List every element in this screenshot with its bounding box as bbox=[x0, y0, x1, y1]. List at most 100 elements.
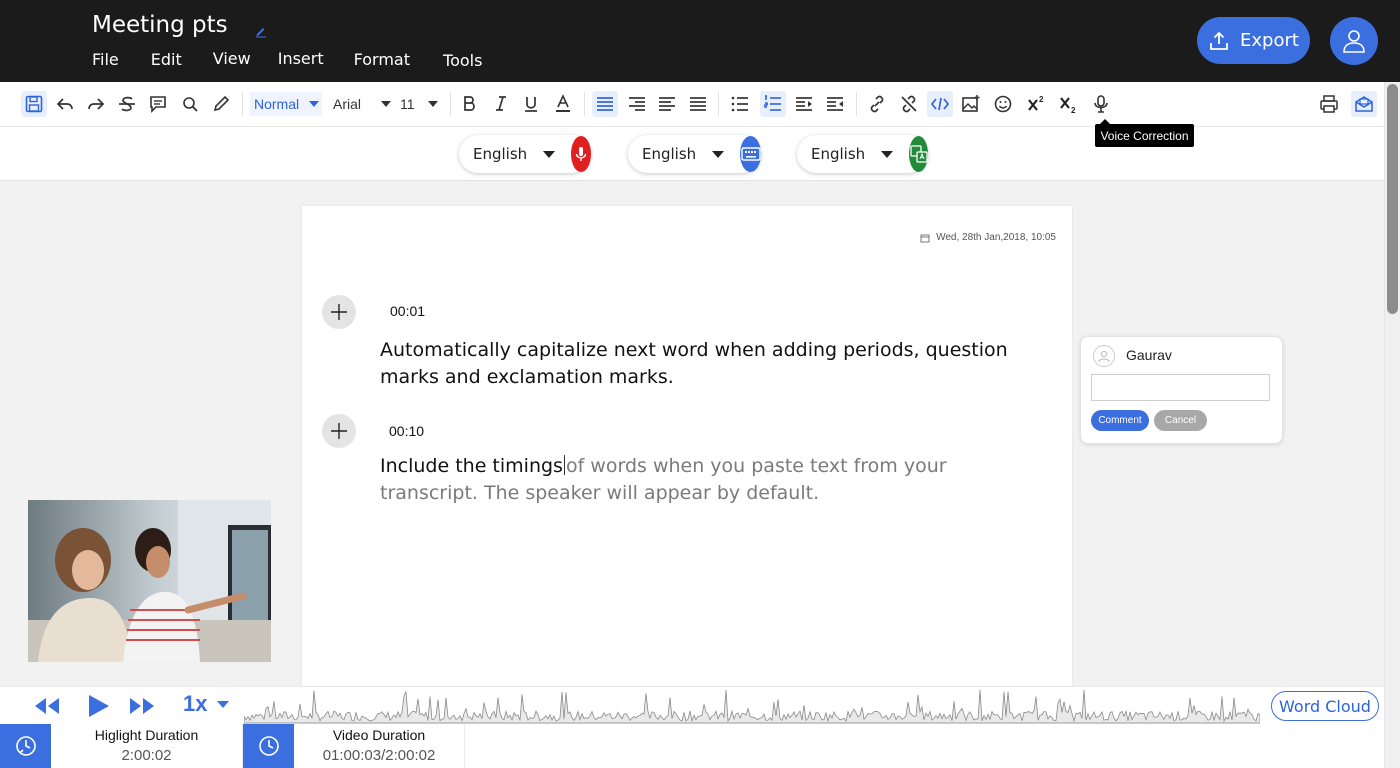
audio-waveform[interactable] bbox=[244, 687, 1260, 725]
user-avatar-button[interactable] bbox=[1330, 17, 1378, 65]
superscript-icon[interactable]: 2 bbox=[1023, 91, 1049, 117]
transcript-paragraph[interactable]: Automatically capitalize next word when … bbox=[380, 337, 1020, 391]
video-preview[interactable] bbox=[28, 500, 271, 662]
calendar-icon bbox=[920, 234, 930, 242]
edit-title-icon[interactable] bbox=[254, 24, 268, 38]
keyboard-language-select[interactable]: English bbox=[628, 135, 761, 173]
add-block-button[interactable] bbox=[322, 414, 356, 448]
typed-text: Include the timings bbox=[380, 455, 563, 477]
save-icon[interactable] bbox=[21, 91, 47, 117]
block-timestamp[interactable]: 00:01 bbox=[390, 303, 425, 319]
italic-icon[interactable] bbox=[488, 91, 514, 117]
strikethrough-icon[interactable] bbox=[114, 91, 140, 117]
voice-correction-tooltip: Voice Correction bbox=[1095, 119, 1194, 147]
translate-icon[interactable] bbox=[909, 136, 928, 172]
word-cloud-button[interactable]: Word Cloud bbox=[1271, 691, 1379, 721]
video-frame-image bbox=[28, 500, 271, 662]
video-duration: Video Duration 01:00:03/2:00:02 bbox=[294, 724, 465, 768]
font-select[interactable]: Arial bbox=[333, 92, 392, 116]
outdent-icon[interactable] bbox=[822, 91, 848, 117]
comment-input[interactable] bbox=[1091, 374, 1270, 401]
playback-speed-select[interactable]: 1x bbox=[183, 691, 230, 717]
user-icon bbox=[1343, 30, 1365, 53]
duration-footer: Higlight Duration 2:00:02 Video Duration… bbox=[0, 724, 1384, 768]
align-right-icon[interactable] bbox=[624, 91, 650, 117]
paragraph-style-select[interactable]: Normal bbox=[250, 92, 322, 116]
formatting-toolbar: Normal Arial 11 2 2 bbox=[0, 82, 1384, 127]
plus-icon bbox=[331, 423, 347, 439]
translation-language-select[interactable]: English bbox=[797, 135, 928, 173]
link-icon[interactable] bbox=[864, 91, 890, 117]
document-title[interactable]: Meeting pts bbox=[92, 12, 228, 38]
language-label: English bbox=[642, 145, 697, 163]
chevron-down-icon bbox=[881, 150, 894, 158]
add-block-button[interactable] bbox=[322, 295, 356, 329]
highlight-duration-value: 2:00:02 bbox=[121, 747, 172, 764]
microphone-icon[interactable] bbox=[1088, 91, 1114, 117]
speech-language-select[interactable]: English bbox=[459, 135, 591, 173]
rewind-icon[interactable] bbox=[34, 697, 60, 715]
plus-icon bbox=[331, 304, 347, 320]
font-size-value: 11 bbox=[400, 96, 415, 112]
transcript-paragraph[interactable]: Include the timings of words when you pas… bbox=[380, 453, 1000, 507]
paragraph-style-value: Normal bbox=[254, 96, 300, 112]
bold-icon[interactable] bbox=[456, 91, 482, 117]
menu-file[interactable]: File bbox=[92, 50, 119, 69]
comment-icon[interactable] bbox=[145, 91, 171, 117]
code-icon[interactable] bbox=[927, 91, 953, 117]
cancel-button[interactable]: Cancel bbox=[1154, 410, 1207, 431]
document-page[interactable]: Wed, 28th Jan,2018, 10:05 00:01 Automati… bbox=[302, 206, 1072, 686]
microphone-icon[interactable] bbox=[571, 136, 591, 172]
export-button[interactable]: Export bbox=[1197, 17, 1310, 64]
speed-value: 1x bbox=[183, 691, 208, 716]
menu-view[interactable]: View bbox=[213, 49, 251, 68]
unlink-icon[interactable] bbox=[896, 91, 922, 117]
text-color-icon[interactable] bbox=[550, 91, 576, 117]
keyboard-icon[interactable] bbox=[740, 136, 761, 172]
align-justify-icon[interactable] bbox=[685, 91, 711, 117]
clock-icon[interactable] bbox=[243, 724, 294, 768]
vertical-scrollbar[interactable] bbox=[1384, 82, 1400, 768]
document-date: Wed, 28th Jan,2018, 10:05 bbox=[920, 232, 1056, 243]
chevron-down-icon bbox=[217, 700, 230, 708]
subscript-icon[interactable]: 2 bbox=[1055, 91, 1081, 117]
comment-user-name: Gaurav bbox=[1126, 347, 1172, 363]
emoji-icon[interactable] bbox=[990, 91, 1016, 117]
menu-insert[interactable]: Insert bbox=[278, 49, 324, 68]
comment-button[interactable]: Comment bbox=[1091, 410, 1149, 431]
underline-icon[interactable] bbox=[518, 91, 544, 117]
undo-icon[interactable] bbox=[52, 91, 78, 117]
email-icon[interactable] bbox=[1351, 91, 1377, 117]
chevron-down-icon bbox=[712, 150, 725, 158]
play-icon[interactable] bbox=[88, 694, 110, 718]
video-duration-label: Video Duration bbox=[332, 727, 426, 743]
menu-format[interactable]: Format bbox=[354, 50, 410, 69]
fast-forward-icon[interactable] bbox=[129, 697, 155, 715]
scrollbar-thumb[interactable] bbox=[1387, 84, 1398, 314]
pencil-icon[interactable] bbox=[208, 91, 234, 117]
block-timestamp[interactable]: 00:10 bbox=[389, 423, 424, 439]
comment-box: Gaurav Comment Cancel bbox=[1080, 336, 1283, 444]
toolbar-divider bbox=[242, 92, 243, 116]
menu-edit[interactable]: Edit bbox=[151, 50, 182, 69]
language-label: English bbox=[473, 145, 528, 163]
toolbar-divider bbox=[450, 92, 451, 116]
redo-icon[interactable] bbox=[83, 91, 109, 117]
image-icon[interactable] bbox=[958, 91, 984, 117]
chevron-down-icon bbox=[427, 101, 438, 107]
toolbar-divider bbox=[584, 92, 585, 116]
print-icon[interactable] bbox=[1316, 91, 1342, 117]
chevron-down-icon bbox=[543, 150, 556, 158]
align-left-icon[interactable] bbox=[592, 91, 618, 117]
user-icon bbox=[1093, 345, 1115, 367]
highlight-clock-icon[interactable] bbox=[0, 724, 51, 768]
bullet-list-icon[interactable] bbox=[727, 91, 753, 117]
numbered-list-icon[interactable] bbox=[760, 91, 786, 117]
menu-tools[interactable]: Tools bbox=[443, 51, 482, 70]
indent-icon[interactable] bbox=[791, 91, 817, 117]
top-bar: Meeting pts File Edit View Insert Format… bbox=[0, 0, 1400, 82]
find-replace-icon[interactable] bbox=[177, 91, 203, 117]
align-center-icon[interactable] bbox=[654, 91, 680, 117]
font-size-select[interactable]: 11 bbox=[400, 92, 438, 116]
svg-text:2: 2 bbox=[1039, 95, 1044, 104]
